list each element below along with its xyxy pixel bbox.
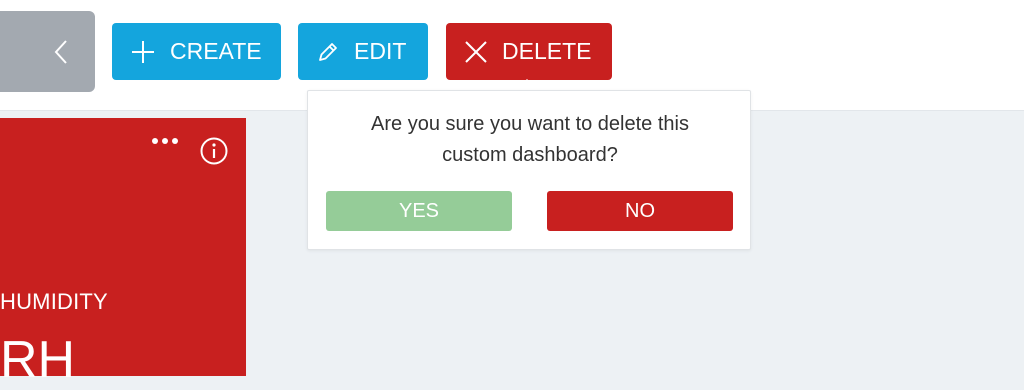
delete-button-label: DELETE (502, 38, 592, 64)
more-horizontal-icon[interactable] (152, 138, 178, 144)
chevron-left-icon (54, 39, 67, 64)
delete-confirm-popover: Are you sure you want to delete this cus… (307, 90, 751, 250)
card-label: HUMIDITY (0, 289, 108, 314)
edit-button-label: EDIT (354, 38, 407, 64)
delete-button[interactable]: DELETE (446, 23, 612, 80)
no-button[interactable]: NO (547, 191, 733, 231)
back-button[interactable] (0, 11, 95, 92)
confirm-message-line-2: custom dashboard? (442, 144, 618, 166)
confirm-message: Are you sure you want to delete this cus… (308, 109, 752, 171)
create-button[interactable]: CREATE (112, 23, 281, 80)
yes-button[interactable]: YES (326, 191, 512, 231)
edit-button[interactable]: EDIT (298, 23, 428, 80)
card-value: RH (0, 331, 76, 389)
info-icon[interactable] (199, 136, 229, 166)
close-icon (465, 40, 487, 63)
pencil-icon (319, 42, 337, 61)
confirm-message-line-1: Are you sure you want to delete this (371, 113, 689, 135)
plus-icon (132, 40, 154, 63)
create-button-label: CREATE (170, 38, 262, 64)
